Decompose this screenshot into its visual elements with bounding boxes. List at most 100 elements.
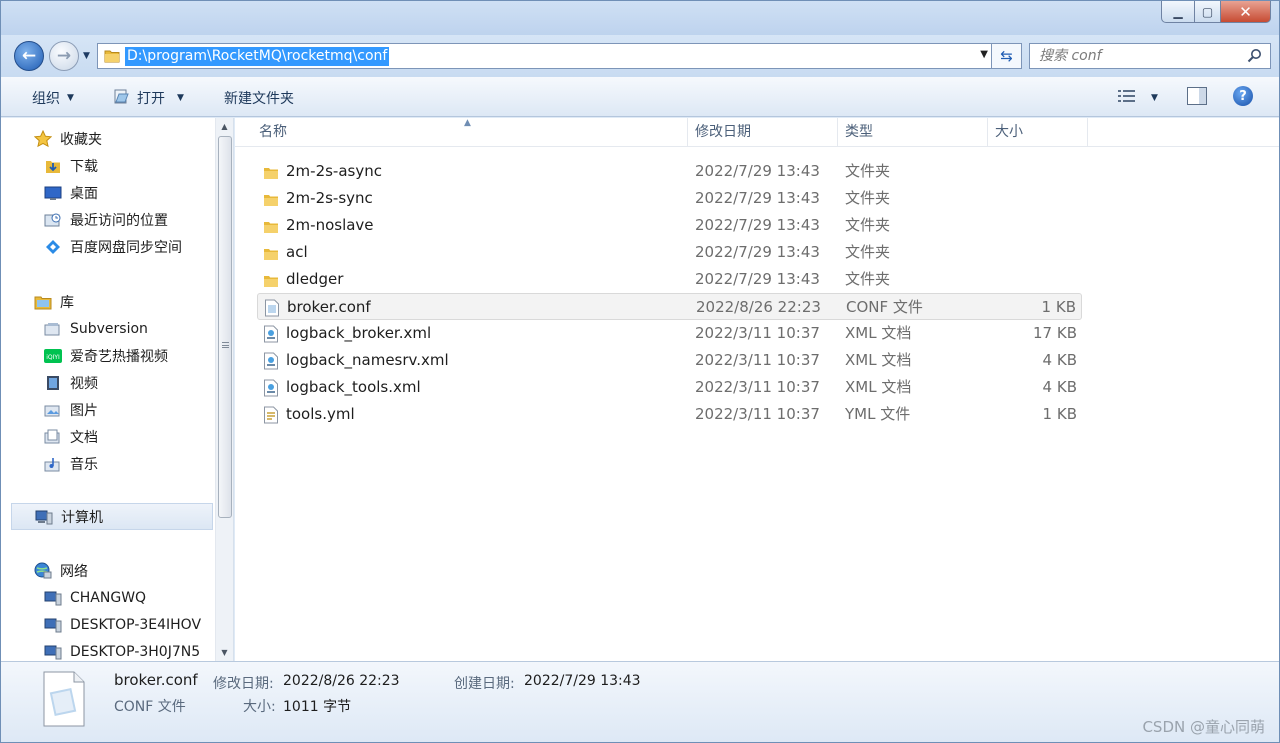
pictures-icon	[44, 401, 62, 419]
column-size[interactable]: 大小	[988, 118, 1088, 147]
file-list: 名称 ▲ 修改日期 类型 大小 2m-2s-async 2022/7/29 13:…	[235, 118, 1279, 661]
file-row[interactable]: dledger 2022/7/29 13:43 文件夹	[257, 266, 1082, 293]
file-size: 1 KB	[1041, 298, 1076, 316]
details-file-type: CONF 文件	[114, 699, 186, 715]
close-button[interactable]: ✕	[1221, 1, 1271, 23]
file-row[interactable]: 2m-noslave 2022/7/29 13:43 文件夹	[257, 212, 1082, 239]
computer-icon	[44, 643, 62, 661]
view-list-icon	[1117, 88, 1137, 107]
file-row[interactable]: logback_tools.xml 2022/3/11 10:37 XML 文档 4 …	[257, 374, 1082, 401]
nav-item-iqiyi[interactable]: iQIYI 爱奇艺热播视频	[1, 342, 213, 369]
nav-network[interactable]: 网络	[1, 557, 213, 584]
file-type: XML 文档	[845, 378, 912, 396]
file-row[interactable]: 2m-2s-sync 2022/7/29 13:43 文件夹	[257, 185, 1082, 212]
xml-file-icon	[263, 352, 279, 370]
file-size: 17 KB	[1033, 324, 1077, 342]
refresh-button[interactable]: ⇆	[992, 43, 1022, 69]
nav-item-label: 图片	[70, 402, 98, 419]
nav-item-network-host[interactable]: CHANGWQ	[1, 584, 213, 611]
preview-pane-button[interactable]	[1187, 87, 1207, 105]
nav-computer[interactable]: 计算机	[11, 503, 213, 530]
window-controls: ▁ ▢ ✕	[1161, 1, 1271, 23]
nav-item-label: 文档	[70, 429, 98, 446]
nav-favorites[interactable]: 收藏夹	[1, 125, 213, 152]
chevron-down-icon: ▼	[67, 93, 74, 103]
nav-item-label: CHANGWQ	[70, 589, 147, 606]
file-name: logback_namesrv.xml	[286, 351, 449, 369]
column-type-label: 类型	[845, 124, 873, 140]
refresh-icon: ⇆	[1000, 47, 1013, 65]
nav-library[interactable]: 库	[1, 288, 213, 315]
address-dropdown-icon[interactable]: ▼	[980, 49, 988, 60]
file-row[interactable]: logback_broker.xml 2022/3/11 10:37 XML 文档 1…	[257, 320, 1082, 347]
nav-item-label: 最近访问的位置	[70, 212, 168, 229]
nav-item-label: 下载	[70, 158, 98, 175]
close-icon: ✕	[1239, 2, 1252, 21]
file-size: 4 KB	[1042, 378, 1077, 396]
address-path[interactable]: D:\program\RocketMQ\rocketmq\conf	[125, 47, 390, 66]
nav-item-subversion[interactable]: Subversion	[1, 315, 213, 342]
star-icon	[34, 129, 52, 148]
nav-item-videos[interactable]: 视频	[1, 369, 213, 396]
chevron-down-icon: ▼	[177, 93, 184, 103]
nav-item-pictures[interactable]: 图片	[1, 396, 213, 423]
search-input[interactable]	[1030, 44, 1240, 68]
open-label: 打开	[137, 91, 165, 107]
file-name: 2m-2s-async	[286, 162, 382, 180]
nav-item-desktop[interactable]: 桌面	[1, 179, 213, 206]
column-date[interactable]: 修改日期	[688, 118, 838, 147]
file-row[interactable]: broker.conf 2022/8/26 22:23 CONF 文件 1 KB	[257, 293, 1082, 320]
organize-button[interactable]: 组织 ▼	[32, 88, 74, 108]
maximize-button[interactable]: ▢	[1195, 1, 1221, 23]
file-row[interactable]: 2m-2s-async 2022/7/29 13:43 文件夹	[257, 158, 1082, 185]
nav-item-recent[interactable]: 最近访问的位置	[1, 206, 213, 233]
nav-item-label: 桌面	[70, 185, 98, 202]
xml-file-icon	[263, 379, 279, 397]
column-headers: 名称 ▲ 修改日期 类型 大小	[235, 118, 1279, 147]
forward-button[interactable]: →	[49, 41, 79, 71]
minimize-button[interactable]: ▁	[1161, 1, 1195, 23]
column-size-label: 大小	[995, 124, 1023, 140]
search-box[interactable]	[1029, 43, 1271, 69]
download-folder-icon	[44, 157, 62, 175]
recent-places-icon	[44, 211, 62, 229]
folder-icon	[104, 49, 120, 67]
conf-file-icon	[264, 299, 280, 317]
details-modified-value: 2022/8/26 22:23	[283, 673, 400, 689]
column-name-label: 名称	[259, 124, 287, 140]
scroll-down-icon[interactable]: ▼	[216, 644, 233, 661]
nav-item-label: 音乐	[70, 456, 98, 473]
nav-item-baidu[interactable]: 百度网盘同步空间	[1, 233, 213, 260]
nav-item-label: DESKTOP-3H0J7N5	[70, 643, 201, 660]
nav-item-network-host[interactable]: DESKTOP-3E4IHOV	[1, 611, 213, 638]
search-icon[interactable]	[1247, 48, 1262, 67]
back-button[interactable]: ←	[14, 41, 44, 71]
file-name: 2m-noslave	[286, 216, 374, 234]
iqiyi-icon: iQIYI	[44, 347, 62, 365]
nav-item-label: 视频	[70, 375, 98, 392]
file-name: broker.conf	[287, 298, 371, 316]
column-type[interactable]: 类型	[838, 118, 988, 147]
file-date: 2022/3/11 10:37	[695, 405, 820, 423]
nav-item-network-host[interactable]: DESKTOP-3H0J7N5	[1, 638, 213, 661]
change-view-button[interactable]: ▼	[1117, 88, 1158, 107]
scroll-up-icon[interactable]: ▲	[216, 118, 233, 135]
new-folder-button[interactable]: 新建文件夹	[224, 88, 294, 108]
nav-item-documents[interactable]: 文档	[1, 423, 213, 450]
nav-item-label: DESKTOP-3E4IHOV	[70, 616, 202, 633]
nav-item-downloads[interactable]: 下载	[1, 152, 213, 179]
minimize-icon: ▁	[1173, 4, 1183, 19]
file-date: 2022/3/11 10:37	[695, 378, 820, 396]
file-name: acl	[286, 243, 308, 261]
file-row[interactable]: tools.yml 2022/3/11 10:37 YML 文件 1 KB	[257, 401, 1082, 428]
file-name: logback_tools.xml	[286, 378, 421, 396]
nav-item-music[interactable]: 音乐	[1, 450, 213, 477]
help-icon[interactable]: ?	[1233, 86, 1253, 106]
recent-pages-dropdown[interactable]: ▼	[83, 51, 90, 61]
address-bar[interactable]: D:\program\RocketMQ\rocketmq\conf ▼	[97, 43, 992, 69]
file-row[interactable]: logback_namesrv.xml 2022/3/11 10:37 XML 文档…	[257, 347, 1082, 374]
open-button[interactable]: 打开 ▼	[113, 88, 184, 108]
nav-scrollbar[interactable]: ▲ ▼	[215, 118, 233, 661]
file-row[interactable]: acl 2022/7/29 13:43 文件夹	[257, 239, 1082, 266]
scroll-thumb[interactable]	[218, 136, 232, 518]
